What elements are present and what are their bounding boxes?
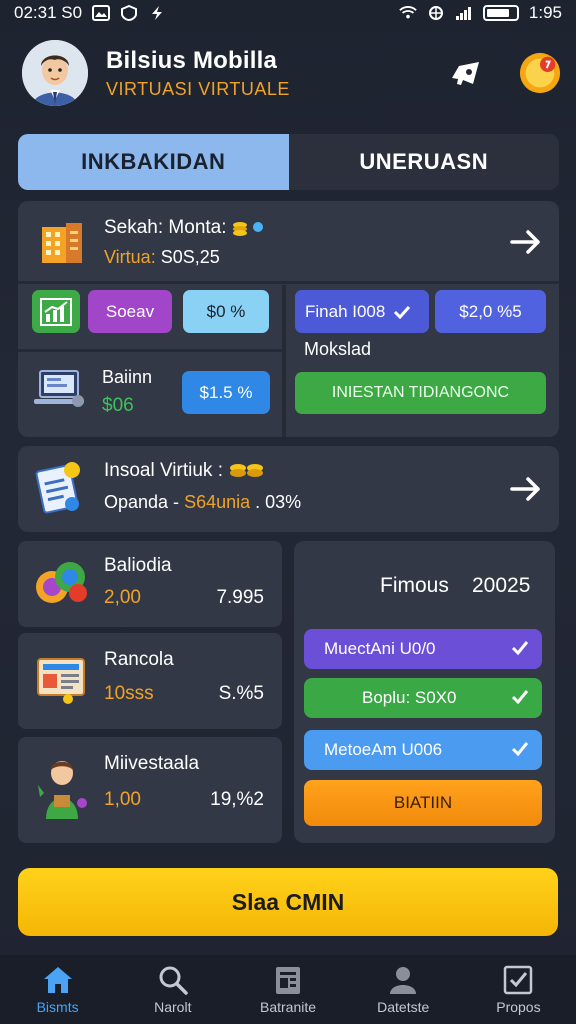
bolt-icon <box>152 6 163 20</box>
investan-button[interactable]: INIESTAN TIDIANGONC <box>295 372 546 414</box>
battery-icon <box>482 5 519 21</box>
nav-propos[interactable]: Propos <box>461 955 576 1024</box>
primary-cta-button[interactable]: Slaa CMIN <box>18 868 558 936</box>
vpn-icon <box>428 6 443 20</box>
check-icon <box>511 742 529 757</box>
item-value: 10sss <box>104 683 154 704</box>
megaphone-icon <box>452 62 479 85</box>
notification-button[interactable] <box>444 51 488 95</box>
item-name: Baliodia <box>104 555 172 576</box>
summary-sub-value: S0S,25 <box>160 247 220 267</box>
item-pct: 7.995 <box>216 587 264 608</box>
list-item[interactable]: Miivestaala 1,00 19,%2 <box>18 737 282 843</box>
search-icon <box>159 966 188 995</box>
option-boplu[interactable]: Boplu: S0X0 <box>304 678 542 718</box>
investment-card[interactable]: Insoal Virtiuk : Opanda - S64unia . 03% <box>18 446 559 532</box>
summary-sub-label: Virtua: <box>104 247 156 267</box>
option-label: MetoeAm U006 <box>324 740 443 759</box>
option-muectani[interactable]: MuectAni U0/0 <box>304 629 542 669</box>
signal-icon <box>455 7 471 20</box>
arrow-right-icon[interactable] <box>509 225 543 259</box>
rewards-button[interactable] <box>518 51 562 95</box>
nav-home[interactable]: Bismts <box>0 955 115 1024</box>
nav-documents[interactable]: Batranite <box>230 955 345 1024</box>
avatar[interactable] <box>22 40 88 106</box>
coin-badge-icon <box>519 52 561 94</box>
investment-title: Insoal Virtiuk : <box>104 460 223 481</box>
check-icon <box>511 690 529 705</box>
nav-label: Batranite <box>259 998 317 1015</box>
nav-label: Propos <box>496 998 541 1015</box>
check-icon <box>394 305 411 319</box>
status-time: 02:31 S0 <box>14 3 83 22</box>
mokslad-label: Mokslad <box>304 339 372 359</box>
investment-sub-label: Opanda - <box>104 492 180 512</box>
balin-pct-button[interactable]: $1.5 % <box>182 371 270 414</box>
home-icon <box>43 966 72 993</box>
item-name: Miivestaala <box>104 753 200 774</box>
biatiin-button[interactable]: BIATIIN <box>304 780 542 826</box>
status-bar: 02:31 S0 1:95 <box>0 0 576 26</box>
balin-name: Baiinn <box>102 367 153 387</box>
item-value: 2,00 <box>104 587 141 608</box>
segmented-tabs: INKBAKIDAN UNERUASN <box>18 134 559 190</box>
option-metoeam[interactable]: MetoeAm U006 <box>304 730 542 770</box>
nav-label: Bismts <box>36 998 79 1015</box>
item-pct: 19,%2 <box>210 789 264 810</box>
coins-icon <box>232 221 263 236</box>
balin-value: $06 <box>102 395 134 416</box>
investment-sub-value: S64unia <box>184 492 251 512</box>
summary-card: Sekah: Monta: Virtua: S0S,25 Soeav $0 % … <box>18 201 559 437</box>
user-avatar-icon <box>22 40 88 106</box>
finah-button[interactable]: Finah I008 <box>295 290 429 333</box>
finah-label: Finah I008 <box>305 301 386 321</box>
item-name: Rancola <box>104 649 174 670</box>
chart-button[interactable] <box>32 290 80 333</box>
value-button[interactable]: $2,0 %5 <box>435 290 546 333</box>
list-item[interactable]: Baliodia 2,00 7.995 <box>18 541 282 627</box>
arrow-right-icon[interactable] <box>509 472 543 506</box>
summary-title: Sekah: Monta: <box>104 217 227 238</box>
wifi-icon <box>399 6 417 19</box>
report-icon <box>37 658 85 704</box>
bottom-nav: Bismts Narolt Batranite Datetste Propos <box>0 955 576 1024</box>
nav-label: Datetste <box>377 998 430 1015</box>
profile-icon <box>390 966 417 994</box>
status-time-right: 1:95 <box>528 3 562 22</box>
tab-uneruasn[interactable]: UNERUASN <box>288 134 559 190</box>
tab-inkbakidan[interactable]: INKBAKIDAN <box>18 134 289 190</box>
person-icon <box>38 761 87 819</box>
building-icon <box>42 223 82 263</box>
item-value: 1,00 <box>104 789 141 810</box>
gold-coins-icon <box>230 463 264 477</box>
panel-title: Fimous <box>380 574 449 597</box>
summary-card-header[interactable]: Sekah: Monta: Virtua: S0S,25 <box>18 201 559 281</box>
investment-sub-suffix: . 03% <box>255 492 302 512</box>
check-icon <box>511 641 529 656</box>
soeav-button[interactable]: Soeav <box>88 290 172 333</box>
app-header: Bilsius Mobilla VIRTUASI VIRTUALE <box>22 38 562 108</box>
nav-search[interactable]: Narolt <box>115 955 230 1024</box>
asset-list: Baliodia 2,00 7.995 Rancola 10sss S.%5 M… <box>18 541 282 843</box>
gallery-icon <box>92 5 111 21</box>
nav-label: Narolt <box>154 998 192 1015</box>
item-pct: S.%5 <box>218 683 264 704</box>
coins-cluster-icon <box>36 562 87 603</box>
option-label: Boplu: S0X0 <box>362 688 457 707</box>
bar-chart-icon <box>40 297 72 326</box>
panel-year: 20025 <box>472 574 531 597</box>
nav-profile[interactable]: Datetste <box>346 955 461 1024</box>
checkbox-icon <box>504 965 533 994</box>
document-coins-icon <box>35 462 80 514</box>
pct-button[interactable]: $0 % <box>183 290 269 333</box>
list-item[interactable]: Rancola 10sss S.%5 <box>18 633 282 729</box>
app-subtitle: VIRTUASI VIRTUALE <box>106 78 290 99</box>
shield-icon <box>121 5 138 21</box>
laptop-icon <box>34 370 84 407</box>
option-label: MuectAni U0/0 <box>324 639 436 658</box>
document-icon <box>276 966 300 994</box>
app-title: Bilsius Mobilla <box>106 46 278 74</box>
